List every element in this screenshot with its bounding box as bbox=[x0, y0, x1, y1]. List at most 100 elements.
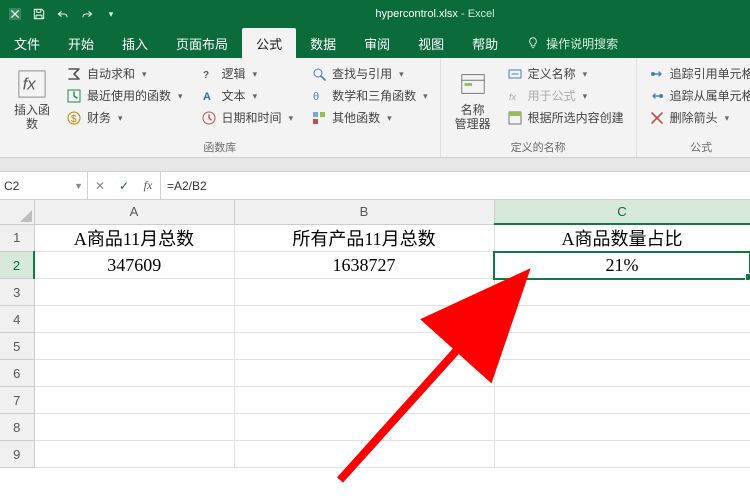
col-header-B[interactable]: B bbox=[234, 200, 494, 224]
tab-insert[interactable]: 插入 bbox=[108, 28, 162, 58]
insert-function-button[interactable]: fx 插入函数 bbox=[8, 61, 56, 139]
undo-icon[interactable] bbox=[54, 5, 72, 23]
name-box-input[interactable] bbox=[4, 179, 83, 193]
name-box[interactable]: ▼ bbox=[0, 172, 88, 199]
tab-layout[interactable]: 页面布局 bbox=[162, 28, 242, 58]
svg-text:A: A bbox=[203, 91, 211, 103]
redo-icon[interactable] bbox=[78, 5, 96, 23]
col-header-A[interactable]: A bbox=[34, 200, 234, 224]
row-header-6[interactable]: 6 bbox=[0, 360, 34, 387]
define-name-button[interactable]: 定义名称▾ bbox=[503, 65, 628, 84]
cell-A2[interactable]: 347609 bbox=[34, 252, 234, 279]
cell-C4[interactable] bbox=[494, 306, 750, 333]
cell-C5[interactable] bbox=[494, 333, 750, 360]
tab-view[interactable]: 视图 bbox=[404, 28, 458, 58]
lookup-button[interactable]: 查找与引用▾ bbox=[307, 65, 432, 84]
row-header-4[interactable]: 4 bbox=[0, 306, 34, 333]
cell-B6[interactable] bbox=[234, 360, 494, 387]
col-header-C[interactable]: C bbox=[494, 200, 750, 224]
cell-C7[interactable] bbox=[494, 387, 750, 414]
tab-file[interactable]: 文件 bbox=[0, 28, 54, 58]
cell-B1[interactable]: 所有产品11月总数 bbox=[234, 224, 494, 252]
svg-text:fx: fx bbox=[23, 74, 37, 93]
trace-precedents-button[interactable]: 追踪引用单元格 bbox=[645, 65, 750, 84]
qat-customize-icon[interactable]: ▾ bbox=[102, 5, 120, 23]
row-header-9[interactable]: 9 bbox=[0, 441, 34, 468]
cell-C9[interactable] bbox=[494, 441, 750, 468]
tab-help[interactable]: 帮助 bbox=[458, 28, 512, 58]
row-header-2[interactable]: 2 bbox=[0, 252, 34, 279]
ribbon-tabs: 文件 开始 插入 页面布局 公式 数据 审阅 视图 帮助 操作说明搜索 bbox=[0, 28, 750, 58]
cell-A8[interactable] bbox=[34, 414, 234, 441]
cell-C6[interactable] bbox=[494, 360, 750, 387]
group-formula-auditing: 追踪引用单元格 追踪从属单元格 删除箭头▾ 公式 bbox=[637, 58, 750, 157]
cell-C8[interactable] bbox=[494, 414, 750, 441]
cancel-formula-icon[interactable]: ✕ bbox=[88, 179, 112, 193]
cell-A3[interactable] bbox=[34, 279, 234, 306]
tab-home[interactable]: 开始 bbox=[54, 28, 108, 58]
cell-A9[interactable] bbox=[34, 441, 234, 468]
save-icon[interactable] bbox=[30, 5, 48, 23]
row-header-1[interactable]: 1 bbox=[0, 224, 34, 252]
ribbon: fx 插入函数 自动求和▾ 最近使用的函数▾ $财务▾ ?逻辑▾ A文本▾ 日期… bbox=[0, 58, 750, 158]
cell-B4[interactable] bbox=[234, 306, 494, 333]
svg-text:θ: θ bbox=[313, 91, 319, 103]
remove-arrows-button[interactable]: 删除箭头▾ bbox=[645, 109, 750, 128]
group-label-audit: 公式 bbox=[637, 139, 750, 155]
cell-A6[interactable] bbox=[34, 360, 234, 387]
tab-formulas[interactable]: 公式 bbox=[242, 28, 296, 58]
math-button[interactable]: θ数学和三角函数▾ bbox=[307, 87, 432, 106]
title-appname: - Excel bbox=[461, 8, 495, 20]
svg-text:?: ? bbox=[203, 70, 209, 81]
svg-text:fx: fx bbox=[509, 92, 517, 102]
name-manager-button[interactable]: 名称 管理器 bbox=[449, 61, 497, 139]
accept-formula-icon[interactable]: ✓ bbox=[112, 179, 136, 193]
cell-A1[interactable]: A商品11月总数 bbox=[34, 224, 234, 252]
row-header-7[interactable]: 7 bbox=[0, 387, 34, 414]
svg-text:$: $ bbox=[71, 114, 77, 125]
create-from-selection-button[interactable]: 根据所选内容创建 bbox=[503, 109, 628, 128]
tell-me-search[interactable]: 操作说明搜索 bbox=[512, 28, 618, 58]
row-header-5[interactable]: 5 bbox=[0, 333, 34, 360]
window-title: hypercontrol.xlsx - Excel bbox=[120, 8, 750, 20]
formula-controls: ✕ ✓ fx bbox=[88, 172, 161, 199]
logical-button[interactable]: ?逻辑▾ bbox=[197, 65, 298, 84]
group-function-library: fx 插入函数 自动求和▾ 最近使用的函数▾ $财务▾ ?逻辑▾ A文本▾ 日期… bbox=[0, 58, 441, 157]
chevron-down-icon[interactable]: ▼ bbox=[74, 181, 83, 191]
title-bar: ▾ hypercontrol.xlsx - Excel bbox=[0, 0, 750, 28]
cell-A5[interactable] bbox=[34, 333, 234, 360]
ribbon-separator bbox=[0, 158, 750, 172]
cell-B9[interactable] bbox=[234, 441, 494, 468]
recent-functions-button[interactable]: 最近使用的函数▾ bbox=[62, 87, 187, 106]
row-header-3[interactable]: 3 bbox=[0, 279, 34, 306]
tell-me-label: 操作说明搜索 bbox=[546, 35, 618, 52]
tab-review[interactable]: 审阅 bbox=[350, 28, 404, 58]
datetime-button[interactable]: 日期和时间▾ bbox=[197, 109, 298, 128]
formula-input[interactable]: =A2/B2 bbox=[161, 172, 750, 199]
cell-C2[interactable]: 21% bbox=[494, 252, 750, 279]
tab-data[interactable]: 数据 bbox=[296, 28, 350, 58]
fx-icon[interactable]: fx bbox=[136, 178, 160, 193]
cell-B7[interactable] bbox=[234, 387, 494, 414]
cell-C3[interactable] bbox=[494, 279, 750, 306]
autosum-button[interactable]: 自动求和▾ bbox=[62, 65, 187, 84]
quick-access-toolbar: ▾ bbox=[0, 5, 120, 23]
select-all-cell[interactable] bbox=[0, 200, 34, 224]
cell-B8[interactable] bbox=[234, 414, 494, 441]
financial-button[interactable]: $财务▾ bbox=[62, 109, 187, 128]
more-functions-button[interactable]: 其他函数▾ bbox=[307, 109, 432, 128]
cell-A4[interactable] bbox=[34, 306, 234, 333]
cell-A7[interactable] bbox=[34, 387, 234, 414]
text-button[interactable]: A文本▾ bbox=[197, 87, 298, 106]
title-filename: hypercontrol.xlsx bbox=[375, 8, 458, 20]
group-label-names: 定义的名称 bbox=[441, 139, 636, 155]
row-header-8[interactable]: 8 bbox=[0, 414, 34, 441]
spreadsheet-grid[interactable]: A B C 1 A商品11月总数 所有产品11月总数 A商品数量占比 2 347… bbox=[0, 200, 750, 468]
use-in-formula-button[interactable]: fx用于公式▾ bbox=[503, 87, 628, 106]
cell-B2[interactable]: 1638727 bbox=[234, 252, 494, 279]
cell-B5[interactable] bbox=[234, 333, 494, 360]
cell-B3[interactable] bbox=[234, 279, 494, 306]
trace-dependents-button[interactable]: 追踪从属单元格 bbox=[645, 87, 750, 106]
cell-C1[interactable]: A商品数量占比 bbox=[494, 224, 750, 252]
group-label-library: 函数库 bbox=[0, 139, 440, 155]
